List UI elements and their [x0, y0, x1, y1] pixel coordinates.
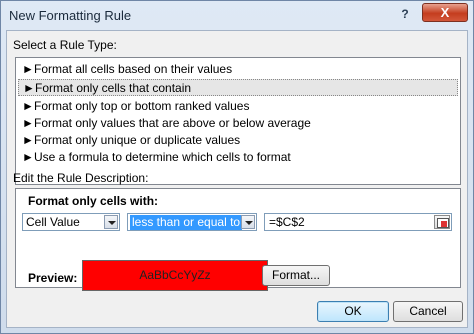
operator-combo[interactable]: less than or equal to: [127, 213, 257, 231]
rule-item[interactable]: ►Format only unique or duplicate values: [18, 132, 458, 149]
dialog-body: Select a Rule Type: ►Format all cells ba…: [6, 30, 468, 328]
rule-item[interactable]: ►Format only values that are above or be…: [18, 115, 458, 132]
arrow-right-icon: ►: [22, 150, 34, 164]
value-input-text: =$C$2: [269, 215, 305, 229]
rule-item-label: Format only values that are above or bel…: [34, 116, 311, 130]
rule-item-label: Use a formula to determine which cells t…: [34, 150, 291, 164]
rule-item-selected[interactable]: ►Format only cells that contain: [18, 79, 458, 96]
new-formatting-rule-dialog: New Formatting Rule ? X Select a Rule Ty…: [0, 0, 474, 334]
rule-item-label: Format only unique or duplicate values: [34, 133, 241, 147]
title-bar[interactable]: New Formatting Rule ? X: [1, 1, 473, 29]
cancel-button[interactable]: Cancel: [393, 301, 463, 322]
value-input[interactable]: =$C$2: [264, 213, 452, 231]
rule-item-label: Format only cells that contain: [35, 81, 192, 95]
rule-description-label: Edit the Rule Description:: [13, 171, 149, 185]
arrow-right-icon: ►: [22, 133, 34, 147]
window-title: New Formatting Rule: [9, 8, 132, 23]
operator-combo-value: less than or equal to: [130, 215, 243, 230]
arrow-right-icon: ►: [23, 81, 35, 95]
rule-item-label: Format all cells based on their values: [34, 62, 233, 76]
rule-type-label: Select a Rule Type:: [13, 38, 117, 52]
preview-label: Preview:: [28, 271, 78, 285]
close-button[interactable]: X: [422, 3, 468, 22]
format-preview: AaBbCcYyZz: [82, 260, 268, 291]
cell-value-combo-value: Cell Value: [26, 215, 80, 229]
arrow-right-icon: ►: [22, 99, 34, 113]
rule-description-panel: Format only cells with: Cell Value less …: [15, 188, 461, 291]
rule-item[interactable]: ►Format only top or bottom ranked values: [18, 98, 458, 115]
cell-value-combo[interactable]: Cell Value: [22, 213, 120, 231]
chevron-down-icon[interactable]: [241, 215, 255, 229]
arrow-right-icon: ►: [22, 62, 34, 76]
help-button[interactable]: ?: [397, 6, 413, 22]
format-only-cells-heading: Format only cells with:: [28, 194, 159, 208]
format-button[interactable]: Format...: [262, 265, 330, 286]
rule-item[interactable]: ►Format all cells based on their values: [18, 61, 458, 78]
rule-type-list[interactable]: ►Format all cells based on their values …: [15, 57, 461, 185]
rule-item[interactable]: ►Use a formula to determine which cells …: [18, 149, 458, 166]
range-picker-icon[interactable]: [434, 215, 450, 229]
rule-item-label: Format only top or bottom ranked values: [34, 99, 250, 113]
chevron-down-icon[interactable]: [104, 215, 118, 229]
ok-button[interactable]: OK: [317, 301, 389, 322]
arrow-right-icon: ►: [22, 116, 34, 130]
